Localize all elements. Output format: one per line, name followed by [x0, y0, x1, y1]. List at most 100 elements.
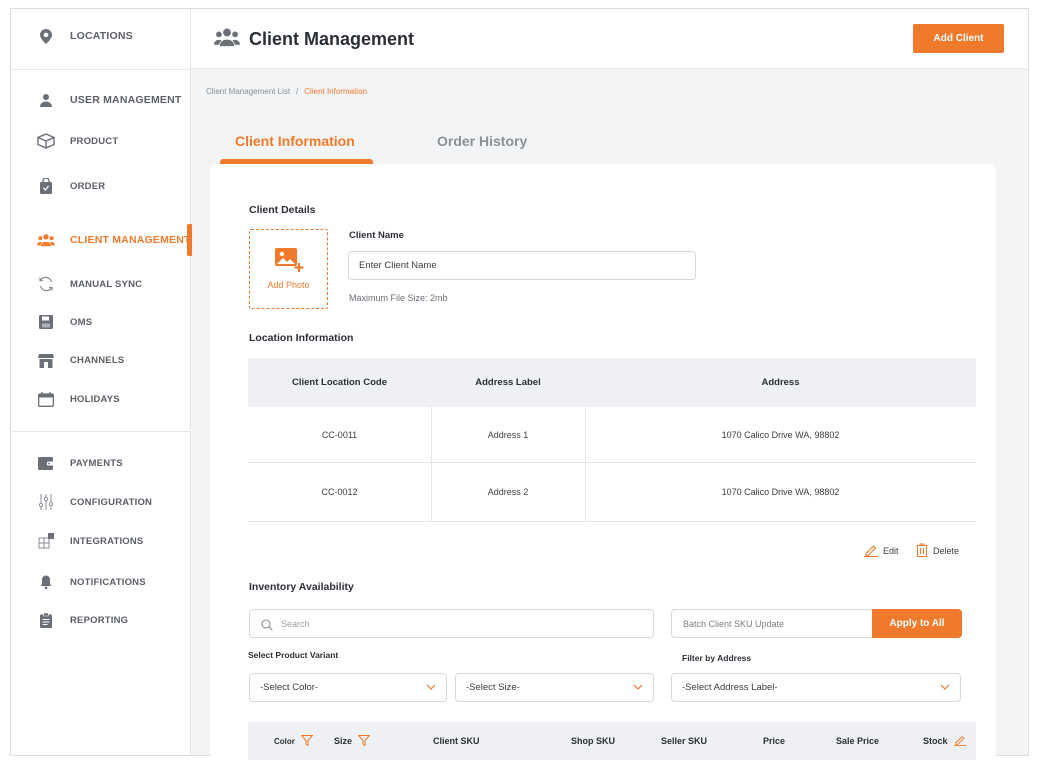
sidebar-item-holidays[interactable]: HOLIDAYS [11, 383, 191, 415]
sidebar-item-label: CONFIGURATION [70, 496, 153, 508]
column-header: Address Label [475, 377, 541, 388]
sidebar-item-label: PAYMENTS [70, 457, 123, 469]
sidebar-item-label: CLIENT MANAGEMENT [70, 234, 191, 246]
sidebar-item-client-management[interactable]: CLIENT MANAGEMENT [11, 224, 192, 256]
column-header-seller-sku: Seller SKU [661, 736, 708, 746]
sidebar-item-label: INTEGRATIONS [70, 535, 144, 547]
sidebar-item-label: USER MANAGEMENT [70, 94, 182, 106]
size-select-value: -Select Size- [466, 682, 520, 693]
breadcrumb-parent[interactable]: Client Management List [206, 87, 290, 96]
inventory-availability-heading: Inventory Availability [249, 581, 354, 593]
column-header-stock[interactable]: Stock [923, 722, 966, 760]
tab-order-history[interactable]: Order History [437, 133, 527, 149]
sidebar-item-label: OMS [70, 316, 93, 328]
sidebar-item-channels[interactable]: CHANNELS [11, 344, 191, 376]
filter-icon[interactable] [300, 734, 314, 748]
group-icon [214, 27, 240, 52]
puzzle-icon [37, 532, 55, 550]
column-header-color[interactable]: Color [274, 722, 314, 760]
select-product-variant-label: Select Product Variant [248, 650, 339, 660]
sidebar-item-integrations[interactable]: INTEGRATIONS [11, 525, 191, 557]
sync-icon [37, 275, 55, 293]
address-label: Address 1 [487, 429, 529, 440]
column-divider [431, 407, 432, 522]
filter-icon[interactable] [357, 734, 371, 748]
store-icon [37, 351, 55, 369]
address: 1070 Calico Drive WA, 98802 [721, 429, 840, 440]
add-client-button[interactable]: Add Client [913, 24, 1004, 53]
sidebar-item-order[interactable]: ORDER [11, 170, 191, 202]
save-icon [37, 313, 55, 331]
location-pin-icon [37, 27, 55, 45]
active-tab-indicator [220, 159, 373, 164]
breadcrumb-current: Client Information [304, 87, 367, 96]
sidebar-item-user-management[interactable]: USER MANAGEMENT [11, 84, 191, 116]
chevron-down-icon [426, 683, 436, 694]
divider [11, 69, 191, 70]
add-photo-label: Add Photo [267, 280, 310, 290]
address-label: Address 2 [487, 487, 529, 497]
column-header: Client Location Code [292, 377, 387, 388]
sidebar-item-label: HOLIDAYS [70, 393, 120, 405]
sidebar-item-label: CHANNELS [70, 354, 125, 366]
search-placeholder: Search [281, 618, 310, 629]
sidebar-item-label: LOCATIONS [70, 30, 133, 42]
sidebar-item-manual-sync[interactable]: MANUAL SYNC [11, 268, 191, 300]
client-name-input[interactable]: Enter Client Name [348, 251, 696, 280]
header: Client Management Add Client [191, 9, 1028, 69]
apply-to-all-button[interactable]: Apply to All [872, 609, 962, 638]
edit-button[interactable]: Edit [864, 543, 899, 559]
client-details-heading: Client Details [249, 204, 316, 216]
color-select[interactable]: -Select Color- [249, 673, 447, 702]
sidebar-item-label: MANUAL SYNC [70, 278, 143, 290]
column-header-sale-price: Sale Price [836, 736, 880, 746]
column-divider [585, 407, 586, 522]
add-photo-button[interactable]: Add Photo [249, 229, 328, 309]
sidebar-item-product[interactable]: PRODUCT [11, 125, 191, 157]
delete-label: Delete [933, 546, 960, 556]
page-title: Client Management [249, 29, 415, 49]
column-header-size[interactable]: Size [334, 722, 371, 760]
sidebar-item-oms[interactable]: OMS [11, 306, 191, 338]
location-table-header: Client Location Code Address Label Addre… [248, 358, 976, 407]
wallet-icon [37, 454, 55, 472]
client-name-label: Client Name [349, 230, 404, 241]
color-select-value: -Select Color- [260, 682, 319, 693]
batch-sku-input[interactable]: Batch Client SKU Update [671, 609, 874, 638]
sidebar-item-configuration[interactable]: CONFIGURATION [11, 486, 191, 518]
location-code: CC-0012 [321, 487, 358, 497]
search-input[interactable]: Search [249, 609, 654, 638]
sidebar-item-payments[interactable]: PAYMENTS [11, 447, 191, 479]
sliders-icon [37, 493, 55, 511]
sidebar-item-reporting[interactable]: REPORTING [11, 604, 191, 636]
user-icon [37, 91, 55, 109]
active-indicator [187, 224, 192, 256]
chevron-down-icon [633, 683, 643, 694]
address-select[interactable]: -Select Address Label- [671, 673, 961, 702]
bell-icon [37, 573, 55, 591]
sidebar-item-notifications[interactable]: NOTIFICATIONS [11, 566, 191, 598]
clipboard-icon [37, 611, 55, 629]
filter-by-address-label: Filter by Address [682, 653, 752, 663]
column-label: Stock [923, 736, 948, 746]
sidebar-item-label: ORDER [70, 180, 106, 192]
tab-client-information[interactable]: Client Information [235, 133, 355, 149]
box-icon [37, 132, 55, 150]
pencil-icon[interactable] [953, 734, 966, 748]
inventory-table-header: Color Size Client SKU Shop SKU Seller SK… [248, 722, 976, 760]
sidebar: LOCATIONS USER MANAGEMENT PRODUCT ORDER [11, 9, 192, 755]
edit-label: Edit [883, 546, 899, 556]
size-select[interactable]: -Select Size- [455, 673, 654, 702]
group-icon [37, 231, 55, 249]
chevron-down-icon [940, 683, 950, 694]
sidebar-item-locations[interactable]: LOCATIONS [11, 20, 191, 52]
breadcrumb: Client Management List / Client Informatio… [206, 87, 367, 96]
trash-icon [916, 543, 928, 559]
shopping-bag-icon [37, 177, 55, 195]
column-header: Address [761, 377, 800, 388]
address: 1070 Calico Drive WA, 98802 [721, 487, 840, 497]
location-code: CC-0011 [321, 429, 358, 440]
sidebar-item-label: REPORTING [70, 614, 129, 626]
breadcrumb-separator: / [296, 87, 299, 96]
delete-button[interactable]: Delete [916, 543, 959, 559]
